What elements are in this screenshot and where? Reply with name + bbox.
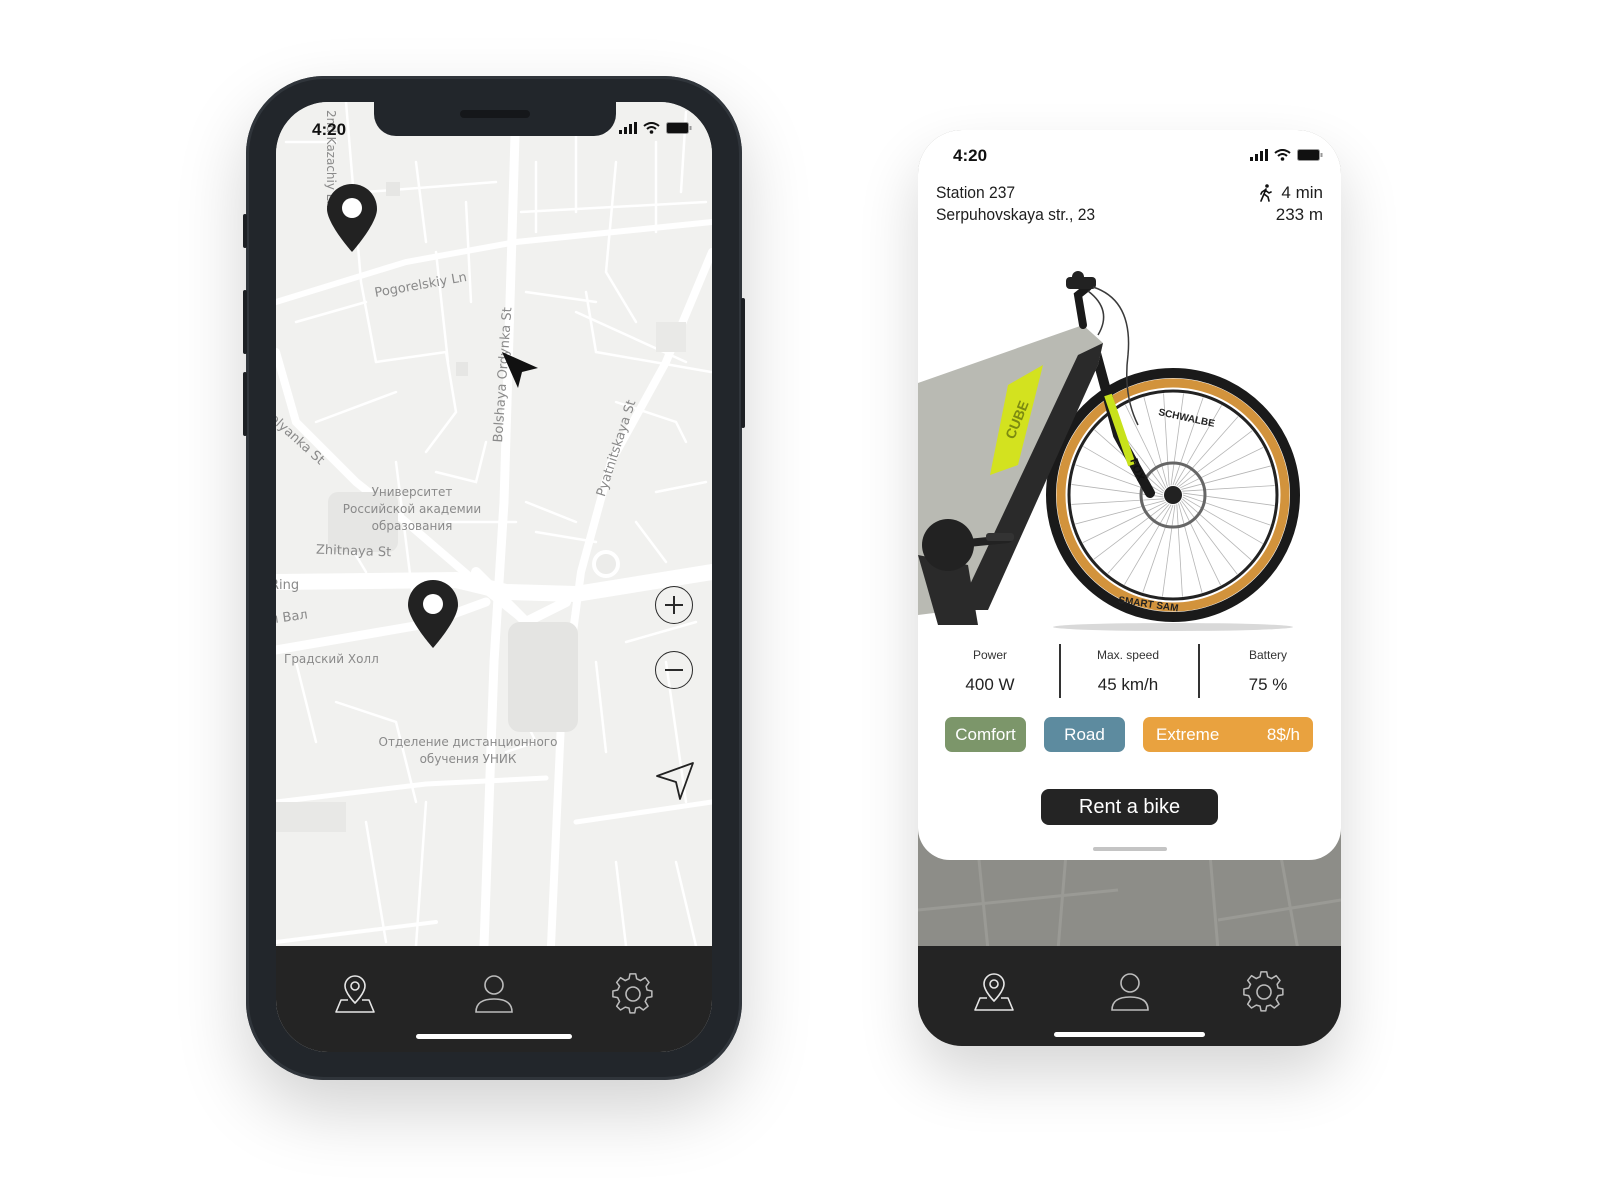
wheel-spoke — [1178, 430, 1253, 488]
volume-up-button — [243, 290, 247, 354]
spec-max-speed: Max. speed 45 km/h — [1096, 648, 1160, 694]
mockup-stage: 2nd Kazachiy Ln Pogorelskiy Ln Bolshaya … — [0, 0, 1600, 1200]
plan-road-button[interactable]: Road — [1044, 717, 1125, 752]
power-button — [741, 298, 745, 428]
locate-me-button[interactable] — [654, 760, 698, 804]
tab-settings[interactable] — [611, 972, 655, 1016]
wheel-spoke — [1176, 504, 1183, 597]
spec-battery: Battery 75 % — [1248, 648, 1288, 694]
street-label-zhitnaya: Zhitnaya St — [315, 542, 392, 561]
phone-map-screen: 2nd Kazachiy Ln Pogorelskiy Ln Bolshaya … — [243, 76, 745, 1080]
tire-brand-top: SCHWALBE — [1157, 407, 1216, 430]
spec-divider — [1198, 644, 1200, 698]
station-pin-south[interactable] — [406, 578, 460, 650]
wifi-icon — [643, 122, 660, 134]
walk-time: 4 min — [1281, 183, 1323, 202]
status-time: 4:20 — [953, 146, 988, 165]
wheel-spoke — [1107, 503, 1170, 574]
plan-comfort-button[interactable]: Comfort — [945, 717, 1026, 752]
tab-map[interactable] — [333, 972, 377, 1016]
station-pin-north[interactable] — [325, 182, 379, 254]
home-indicator — [1054, 1032, 1205, 1037]
battery-icon — [1297, 149, 1323, 161]
wheel-spoke — [1093, 502, 1168, 560]
wheel-spoke — [1182, 485, 1275, 492]
fork-brand: FOX — [1127, 457, 1146, 483]
distance-info: 4 min 233 m — [1259, 182, 1323, 226]
rent-bike-button[interactable]: Rent a bike — [1041, 789, 1218, 825]
station-name: Station 237 — [936, 183, 1016, 202]
plan-price: 8$/h — [1266, 724, 1300, 744]
tab-bar — [276, 946, 712, 1052]
spec-divider — [1059, 644, 1061, 698]
tab-map[interactable] — [972, 970, 1016, 1014]
station-address: Serpuhovskaya str., 23 — [936, 205, 1096, 224]
walk-distance: 233 m — [1275, 205, 1323, 224]
battery-icon — [666, 122, 692, 134]
wheel-spoke — [1180, 500, 1238, 575]
wheel-spoke — [1178, 503, 1203, 593]
walking-icon — [1260, 184, 1273, 202]
cellular-signal-icon — [1250, 149, 1268, 161]
tab-profile[interactable] — [1108, 970, 1152, 1014]
zoom-in-button[interactable] — [655, 586, 693, 624]
cellular-signal-icon — [619, 122, 637, 134]
plan-extreme-button[interactable]: Extreme 8$/h — [1143, 717, 1313, 752]
home-indicator — [416, 1034, 572, 1039]
map-view[interactable]: 2nd Kazachiy Ln Pogorelskiy Ln Bolshaya … — [276, 102, 712, 946]
status-bar: 4:20 — [918, 130, 1341, 170]
sheet-drag-handle[interactable] — [1093, 847, 1167, 851]
wifi-icon — [1274, 149, 1291, 161]
spec-power: Power 400 W — [965, 648, 1015, 694]
silent-switch — [243, 214, 247, 248]
tab-settings[interactable] — [1242, 970, 1286, 1014]
tab-bar — [918, 946, 1341, 1046]
bike-specs: Power 400 W Max. speed 45 km/h Battery 7… — [918, 642, 1341, 700]
zoom-out-button[interactable] — [655, 651, 693, 689]
phone-bike-detail-screen: 4:20 Station 237 Serpuhovskaya str., 23 … — [918, 130, 1341, 1046]
wheel-spoke — [1071, 498, 1164, 505]
status-bar: 4:20 — [276, 102, 712, 146]
wheel-spoke — [1181, 498, 1252, 561]
tab-profile[interactable] — [472, 972, 516, 1016]
status-time: 4:20 — [312, 120, 347, 139]
volume-down-button — [243, 372, 247, 436]
poi-label-gradsky: Градский Холл — [284, 652, 379, 666]
station-info: Station 237 Serpuhovskaya str., 23 — [936, 182, 1109, 226]
street-label-ring: Ring — [276, 578, 300, 593]
poi-label-university: Университет Российской академии образова… — [342, 485, 482, 533]
bike-illustration: SCHWALBE SMART SAM FOX CUBE — [918, 271, 1300, 631]
map-screen: 2nd Kazachiy Ln Pogorelskiy Ln Bolshaya … — [276, 102, 712, 1052]
bike-detail-sheet: 4:20 Station 237 Serpuhovskaya str., 23 … — [918, 130, 1341, 860]
user-location-arrow-icon — [502, 352, 538, 388]
wheel-spoke — [1181, 465, 1271, 490]
poi-label-distance-learning: Отделение дистанционного обучения УНИК — [378, 735, 558, 766]
wheel-spoke — [1075, 500, 1165, 525]
bike-image: SCHWALBE SMART SAM FOX CUBE — [918, 265, 1341, 635]
